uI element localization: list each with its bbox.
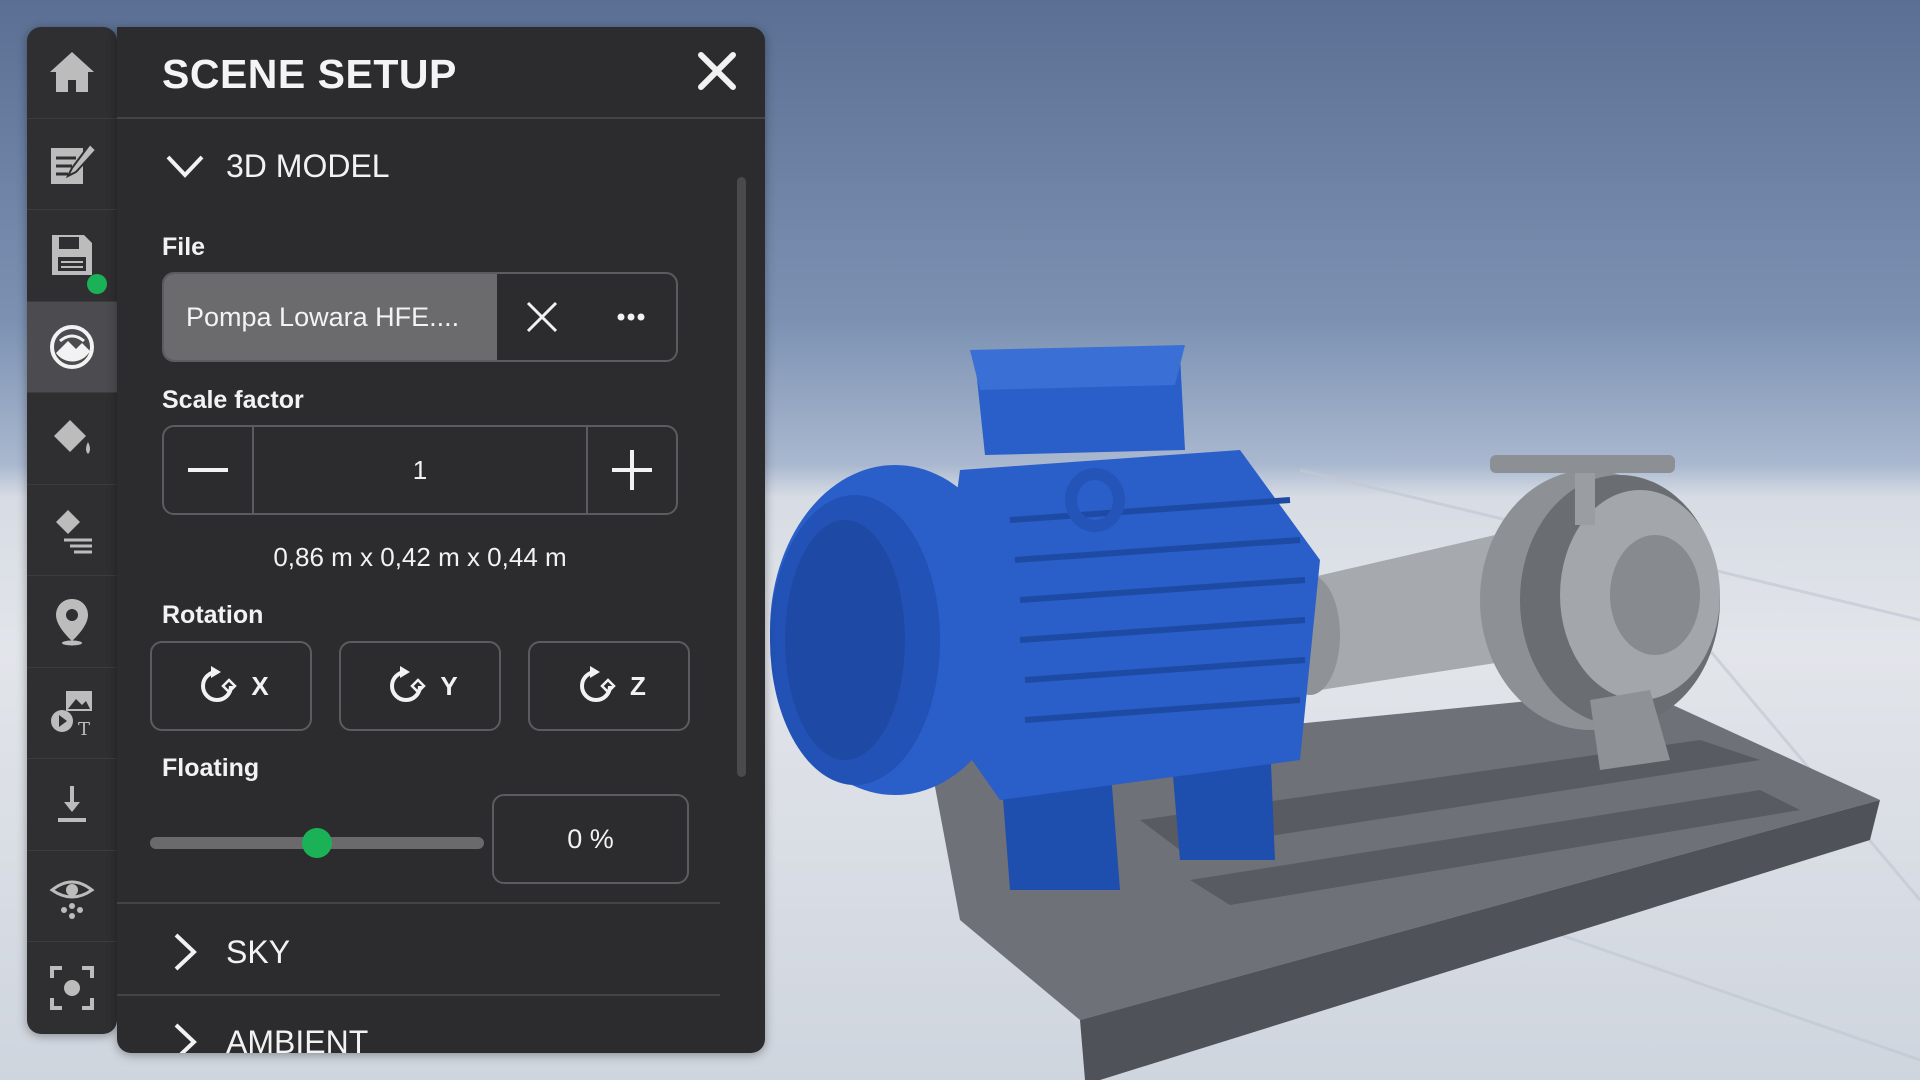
scale-decrement-button[interactable]: [164, 427, 252, 513]
scale-factor-input[interactable]: 1: [252, 427, 588, 513]
toolbar-fill-layers-button[interactable]: [27, 485, 117, 576]
file-label: File: [162, 233, 206, 261]
floating-value-input[interactable]: 0 %: [492, 794, 689, 884]
close-panel-button[interactable]: [693, 47, 741, 95]
section-sky-label: SKY: [226, 933, 291, 970]
scale-factor-label: Scale factor: [162, 386, 304, 414]
chevron-right-icon: [174, 1023, 197, 1053]
location-pin-icon: [56, 599, 88, 646]
floating-slider[interactable]: [150, 828, 484, 858]
toolbar-download-button[interactable]: [27, 759, 117, 851]
rotation-label: Rotation: [162, 601, 264, 629]
download-icon: [58, 786, 86, 823]
svg-text:T: T: [78, 719, 90, 739]
section-ambient-label: AMBIENT: [226, 1023, 369, 1054]
section-divider: [117, 902, 720, 904]
fill-layers-icon: [56, 509, 92, 554]
toolbar-save-button[interactable]: [27, 210, 117, 302]
toolbar-focus-button[interactable]: [27, 942, 117, 1034]
toolbar-visibility-button[interactable]: [27, 851, 117, 942]
media-icon: T: [51, 690, 92, 739]
scene-setup-icon: [50, 324, 94, 369]
file-field: Pompa Lowara HFE....: [162, 272, 678, 362]
toolbar-media-button[interactable]: T: [27, 668, 117, 759]
visibility-icon: [49, 880, 95, 919]
close-icon: [698, 52, 736, 90]
close-icon: [526, 301, 557, 333]
toolbar-scene-setup-button[interactable]: [27, 301, 117, 393]
rotate-y-button[interactable]: Y: [339, 641, 501, 731]
model-dimensions: 0,86 m x 0,42 m x 0,44 m: [273, 542, 567, 572]
save-icon: [52, 235, 92, 276]
rotate-x-label: X: [251, 670, 269, 701]
scene-setup-panel: SCENE SETUP 3D MODEL File Pompa Lowara H…: [117, 27, 765, 1053]
rotate-z-button[interactable]: Z: [528, 641, 690, 731]
toolbar-home-button[interactable]: [27, 27, 117, 119]
section-sky-header[interactable]: SKY: [162, 929, 290, 975]
rotate-icon: [201, 666, 238, 702]
minus-icon: [188, 468, 228, 472]
rotate-y-label: Y: [440, 670, 458, 701]
clear-file-button[interactable]: [497, 274, 586, 360]
plus-icon: [612, 450, 652, 490]
focus-icon: [50, 965, 94, 1010]
floating-label: Floating: [162, 754, 260, 782]
panel-scrollbar[interactable]: [737, 177, 746, 777]
chevron-down-icon: [166, 155, 204, 178]
paint-bucket-icon: [54, 420, 90, 455]
panel-title: SCENE SETUP: [162, 51, 457, 97]
main-toolbar: T: [27, 27, 117, 1034]
toolbar-edit-button[interactable]: [27, 119, 117, 210]
file-name-value[interactable]: Pompa Lowara HFE....: [164, 274, 498, 360]
toolbar-paint-button[interactable]: [27, 393, 117, 485]
section-ambient-header[interactable]: AMBIENT: [162, 1019, 368, 1053]
rotate-icon: [390, 666, 427, 702]
more-options-icon: [617, 313, 645, 321]
chevron-right-icon: [174, 933, 197, 971]
section-3d-model-header[interactable]: 3D MODEL: [162, 143, 390, 189]
rotate-x-button[interactable]: X: [150, 641, 312, 731]
scale-increment-button[interactable]: [588, 427, 676, 513]
rotate-z-label: Z: [630, 670, 646, 701]
saved-status-indicator: [87, 274, 107, 294]
toolbar-location-button[interactable]: [27, 576, 117, 668]
rotate-icon: [580, 666, 616, 702]
edit-icon: [51, 142, 98, 184]
browse-file-button[interactable]: [587, 274, 676, 360]
panel-header: SCENE SETUP: [117, 27, 765, 119]
section-3d-model-label: 3D MODEL: [226, 147, 390, 184]
section-divider: [117, 994, 720, 996]
floating-slider-thumb[interactable]: [302, 828, 332, 858]
scale-factor-stepper: 1: [162, 425, 678, 515]
home-icon: [50, 52, 94, 93]
